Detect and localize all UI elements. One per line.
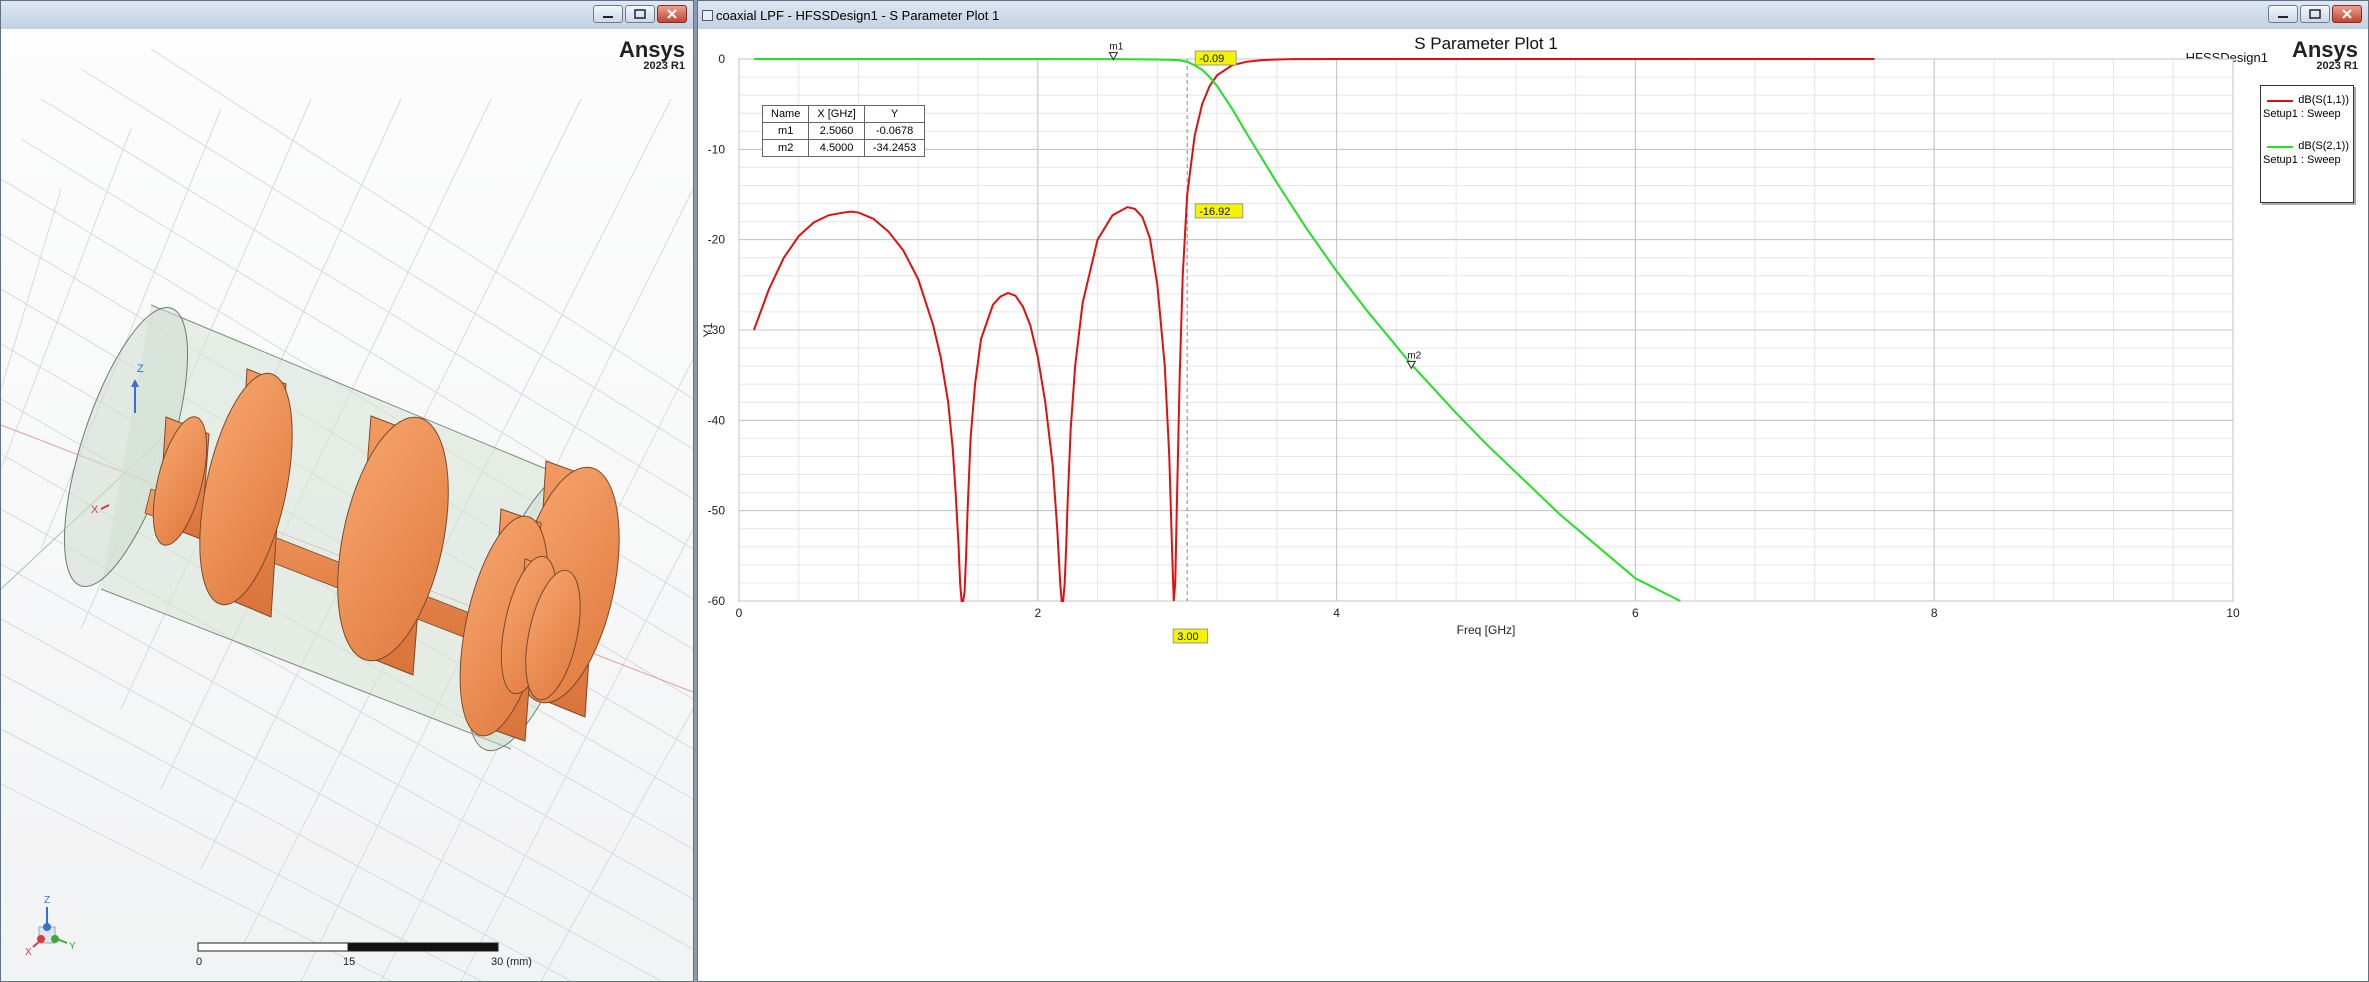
marker-col-x: X [GHz] bbox=[808, 105, 865, 123]
triad-y-label: Y bbox=[69, 941, 76, 952]
marker-cell: m1 bbox=[761, 122, 810, 140]
marker-table-header: Name X [GHz] Y bbox=[761, 105, 926, 123]
marker-label-m1: m1 bbox=[1109, 42, 1123, 53]
scale-label-15: 15 bbox=[343, 956, 355, 968]
marker-label-m2: m2 bbox=[1407, 350, 1421, 361]
x-tick-label: 2 bbox=[1034, 606, 1041, 620]
marker-cell: -34.2453 bbox=[863, 139, 926, 157]
window-icon bbox=[702, 10, 713, 21]
marker-row[interactable]: m2 4.5000 -34.2453 bbox=[761, 139, 926, 157]
y-tick-label: -60 bbox=[708, 594, 726, 608]
close-button[interactable] bbox=[2332, 5, 2362, 23]
restore-button[interactable] bbox=[2300, 5, 2330, 23]
cursor-s11-label: -16.92 bbox=[1199, 206, 1230, 218]
y-tick-label: 0 bbox=[718, 52, 725, 66]
modeler-title-bar bbox=[1, 1, 693, 30]
y-tick-label: -50 bbox=[708, 504, 726, 518]
y-tick-label: -40 bbox=[708, 413, 726, 427]
legend-swatch bbox=[2267, 146, 2293, 148]
legend-trace-name: dB(S(1,1)) bbox=[2298, 94, 2349, 106]
legend-entry-s21[interactable]: dB(S(2,1)) Setup1 : Sweep bbox=[2261, 138, 2353, 182]
legend-entry-s11[interactable]: dB(S(1,1)) Setup1 : Sweep bbox=[2261, 92, 2353, 136]
model-view: Z X Z X Y 0 15 30 (mm) bbox=[1, 48, 693, 981]
marker-cell: 4.5000 bbox=[808, 139, 865, 157]
y-axis-label: Y1 bbox=[701, 322, 715, 337]
x-axis-label: Freq [GHz] bbox=[1457, 623, 1516, 637]
modeler-viewport[interactable]: Ansys 2023 R1 Z X Z X Y 0 15 30 (mm) bbox=[1, 29, 693, 981]
marker-cell: 2.5060 bbox=[808, 122, 865, 140]
plot-title-bar: coaxial LPF - HFSSDesign1 - S Parameter … bbox=[698, 1, 2368, 30]
legend-setup: Setup1 : Sweep bbox=[2263, 108, 2341, 120]
model-z-label: Z bbox=[137, 363, 144, 375]
cursor-s21-label: -0.09 bbox=[1199, 53, 1224, 65]
s-parameter-chart[interactable]: 0 2 4 6 8 100-10-20-30-40-50-60S Parameter Pl… bbox=[698, 29, 2368, 981]
x-tick-label: 10 bbox=[2226, 606, 2240, 620]
y-tick-label: -20 bbox=[708, 233, 726, 247]
axis-triad: Z X Y bbox=[25, 895, 76, 958]
plot-window: coaxial LPF - HFSSDesign1 - S Parameter … bbox=[697, 0, 2369, 982]
legend-setup: Setup1 : Sweep bbox=[2263, 154, 2341, 166]
marker-cell: m2 bbox=[761, 139, 810, 157]
marker-col-y: Y bbox=[863, 105, 926, 123]
scale-label-0: 0 bbox=[196, 956, 202, 968]
scale-label-30: 30 (mm) bbox=[491, 956, 532, 968]
legend-swatch bbox=[2267, 100, 2293, 102]
plot-area[interactable]: Ansys 2023 R1 HFSSDesign1 0 2 4 6 8 10 0 -10 -20… bbox=[698, 29, 2368, 981]
marker-table[interactable]: Name X [GHz] Y m1 2.5060 -0.0678 m2 4.50… bbox=[761, 105, 926, 157]
legend-trace-name: dB(S(2,1)) bbox=[2298, 140, 2349, 152]
triad-z-label: Z bbox=[44, 895, 50, 906]
marker-col-name: Name bbox=[761, 105, 810, 123]
x-tick-label: 0 bbox=[736, 606, 743, 620]
x-tick-label: 4 bbox=[1333, 606, 1340, 620]
restore-button[interactable] bbox=[625, 5, 655, 23]
minimize-button[interactable] bbox=[593, 5, 623, 23]
model-x-label: X bbox=[91, 504, 99, 516]
x-tick-label: 8 bbox=[1931, 606, 1938, 620]
marker-cell: -0.0678 bbox=[863, 122, 926, 140]
minimize-button[interactable] bbox=[2268, 5, 2298, 23]
triad-x-label: X bbox=[25, 947, 32, 958]
close-button[interactable] bbox=[657, 5, 687, 23]
modeler-window: Ansys 2023 R1 Z X Z X Y 0 15 30 (mm) bbox=[0, 0, 694, 982]
chart-legend[interactable]: dB(S(1,1)) Setup1 : Sweep dB(S(2,1)) Set… bbox=[2260, 85, 2354, 203]
cursor-x-label: 3.00 bbox=[1177, 631, 1198, 643]
plot-group: 0 2 4 6 8 100-10-20-30-40-50-60S Parameter Pl… bbox=[701, 34, 2240, 644]
y-tick-label: -10 bbox=[708, 142, 726, 156]
chart-title: S Parameter Plot 1 bbox=[1414, 34, 1558, 53]
x-tick-label: 6 bbox=[1632, 606, 1639, 620]
marker-row[interactable]: m1 2.5060 -0.0678 bbox=[761, 122, 926, 140]
plot-window-title: coaxial LPF - HFSSDesign1 - S Parameter … bbox=[716, 8, 1000, 23]
scale-bar: 0 15 30 (mm) bbox=[196, 942, 532, 968]
